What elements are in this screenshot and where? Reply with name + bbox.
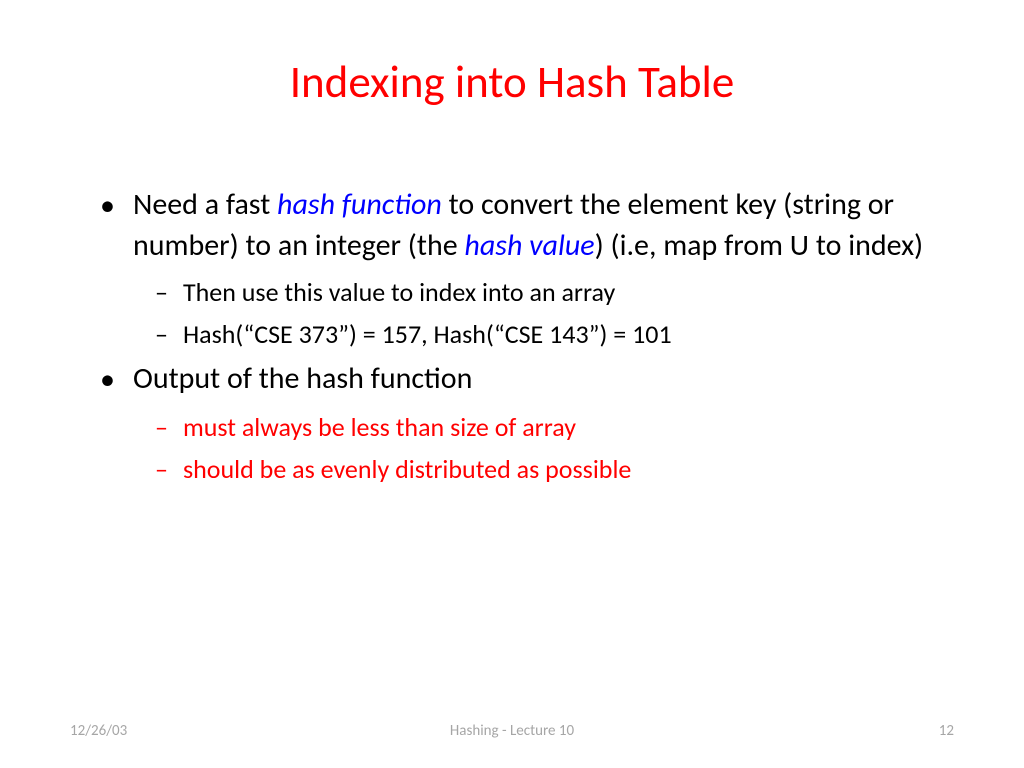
bullet-text: Need a fast hash function to convert the… [133, 185, 954, 266]
slide-footer: 12/26/03 Hashing - Lecture 10 12 [0, 722, 1024, 740]
slide-title: Indexing into Hash Table [70, 55, 954, 110]
sub-bullet-text: must always be less than size of array [183, 409, 576, 445]
sub-bullet-item: – should be as evenly distributed as pos… [155, 451, 954, 487]
dash-marker: – [155, 409, 168, 445]
sub-bullet-text: Then use this value to index into an arr… [183, 274, 615, 310]
footer-title: Hashing - Lecture 10 [450, 722, 574, 740]
footer-date: 12/26/03 [70, 722, 127, 740]
sub-bullet-text: Hash(“CSE 373”) = 157, Hash(“CSE 143”) =… [183, 316, 672, 352]
bullet-marker: • [100, 359, 115, 401]
dash-marker: – [155, 274, 168, 310]
text-fragment: ) (i.e, map from U to index) [595, 227, 924, 264]
dash-marker: – [155, 316, 168, 352]
slide: Indexing into Hash Table • Need a fast h… [0, 0, 1024, 768]
bullet-text: Output of the hash function [133, 359, 472, 400]
bullet-marker: • [100, 185, 115, 227]
text-fragment: Need a fast [133, 186, 277, 223]
sub-bullet-item: – Then use this value to index into an a… [155, 274, 954, 310]
dash-marker: – [155, 451, 168, 487]
term-hash-value: hash value [464, 227, 594, 264]
bullet-item-1: • Need a fast hash function to convert t… [100, 185, 954, 266]
bullet-item-2: • Output of the hash function [100, 359, 954, 401]
sub-bullet-text: should be as evenly distributed as possi… [183, 451, 631, 487]
slide-content: • Need a fast hash function to convert t… [70, 185, 954, 718]
sub-bullet-item: – must always be less than size of array [155, 409, 954, 445]
term-hash-function: hash function [277, 186, 442, 223]
footer-page-number: 12 [939, 722, 954, 740]
sub-bullet-item: – Hash(“CSE 373”) = 157, Hash(“CSE 143”)… [155, 316, 954, 352]
